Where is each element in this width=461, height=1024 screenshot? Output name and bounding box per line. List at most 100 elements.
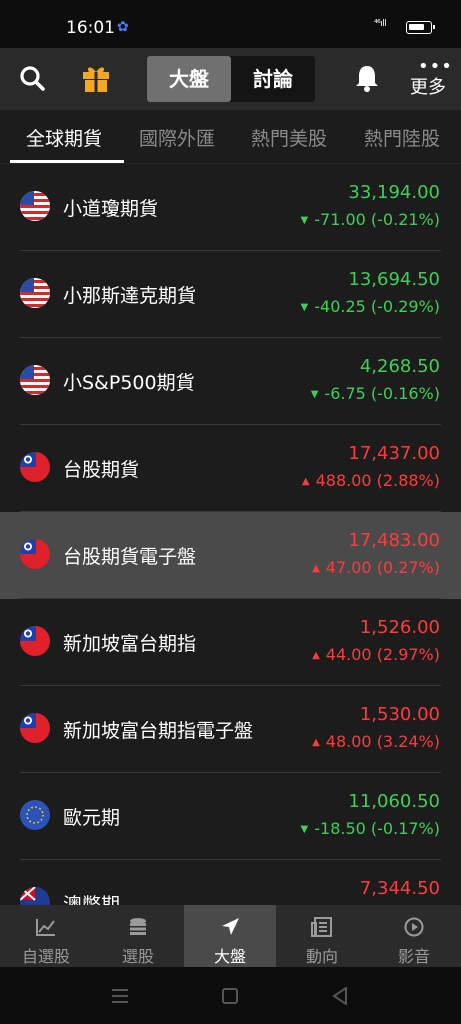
- futures-name: 新加坡富台期指電子盤: [63, 720, 254, 742]
- triangle-down-icon: ▼: [300, 215, 309, 226]
- futures-price: 13,694.50: [348, 269, 440, 290]
- nav-stock-picker[interactable]: 選股: [92, 905, 184, 967]
- futures-price: 33,194.00: [348, 182, 440, 203]
- status-bar: 16:01 ✿ ⁴⁶ıll: [0, 0, 461, 48]
- futures-price: 1,526.00: [359, 617, 440, 638]
- tab-global-futures[interactable]: 全球期貨: [26, 124, 102, 151]
- newspaper-icon: [311, 917, 332, 937]
- eu-flag-icon: [20, 800, 50, 830]
- category-tabs: 全球期貨 國際外匯 熱門美股 熱門陸股: [0, 110, 461, 164]
- segment-discussion[interactable]: 討論: [231, 56, 315, 102]
- futures-name: 台股期貨電子盤: [63, 546, 197, 568]
- nav-market[interactable]: 大盤: [184, 905, 276, 967]
- search-icon[interactable]: [19, 65, 45, 91]
- bell-icon[interactable]: [354, 64, 380, 92]
- tw-flag-icon: [20, 539, 50, 569]
- segment-market[interactable]: 大盤: [147, 56, 231, 102]
- triangle-up-icon: ▲: [312, 563, 320, 574]
- tab-china-stocks[interactable]: 熱門陸股: [364, 124, 440, 151]
- signal-icon: ⁴⁶ıll: [374, 19, 387, 29]
- futures-name: 小S&P500期貨: [63, 372, 195, 394]
- futures-change-value: 48.00 (3.24%): [325, 732, 440, 751]
- tab-forex[interactable]: 國際外匯: [139, 124, 215, 151]
- settings-gear-icon: ✿: [117, 19, 129, 35]
- futures-list: 小道瓊期貨 33,194.00 ▼ -71.00 (-0.21%) 小那斯達克期貨 13,…: [0, 164, 461, 905]
- futures-change-value: -71.00 (-0.21%): [314, 210, 440, 229]
- futures-change: ▼ -6.75 (-0.16%): [311, 384, 440, 403]
- status-time: 16:01: [66, 18, 115, 38]
- futures-change-value: -40.25 (-0.29%): [314, 297, 440, 316]
- nav-label: 選股: [121, 947, 154, 966]
- futures-price: 7,344.50: [359, 878, 440, 899]
- us-flag-icon: [20, 278, 50, 308]
- nav-label: 動向: [305, 947, 338, 966]
- coins-stack-icon: [130, 918, 146, 935]
- nav-label: 影音: [397, 947, 430, 966]
- futures-change-value: 488.00 (2.88%): [315, 471, 440, 490]
- futures-row[interactable]: 台股期貨 17,437.00 ▲ 488.00 (2.88%): [0, 425, 461, 512]
- futures-change: ▼ -40.25 (-0.29%): [301, 297, 440, 316]
- home-icon[interactable]: [222, 988, 238, 1004]
- futures-change: ▲ 488.00 (2.88%): [302, 471, 440, 490]
- futures-row[interactable]: 澳幣期 7,344.50: [0, 860, 461, 905]
- futures-change: ▼ -18.50 (-0.17%): [301, 819, 440, 838]
- tw-flag-icon: [20, 452, 50, 482]
- system-nav-bar: [0, 967, 461, 1024]
- futures-price: 17,483.00: [348, 530, 440, 551]
- triangle-down-icon: ▼: [300, 824, 309, 835]
- futures-row[interactable]: 新加坡富台期指電子盤 1,530.00 ▲ 48.00 (3.24%): [0, 686, 461, 773]
- futures-change-value: 47.00 (0.27%): [325, 558, 440, 577]
- triangle-up-icon: ▲: [301, 476, 310, 487]
- us-flag-icon: [20, 365, 50, 395]
- navigation-arrow-icon: [222, 918, 239, 935]
- futures-name: 澳幣期: [63, 894, 121, 905]
- futures-price: 1,530.00: [359, 704, 440, 725]
- futures-change-value: -18.50 (-0.17%): [314, 819, 440, 838]
- back-icon[interactable]: [332, 987, 348, 1005]
- tw-flag-icon: [20, 626, 50, 656]
- futures-row[interactable]: 台股期貨電子盤 17,483.00 ▲ 47.00 (0.27%): [0, 512, 461, 599]
- futures-change: ▼ -71.00 (-0.21%): [301, 210, 440, 229]
- triangle-up-icon: ▲: [312, 737, 320, 748]
- futures-change: ▲ 44.00 (2.97%): [312, 645, 440, 664]
- futures-row[interactable]: 小那斯達克期貨 13,694.50 ▼ -40.25 (-0.29%): [0, 251, 461, 338]
- bottom-nav: 自選股 選股 大盤 動向 影音: [0, 905, 461, 967]
- futures-name: 新加坡富台期指: [63, 633, 197, 655]
- nav-watchlist[interactable]: 自選股: [0, 905, 92, 967]
- futures-price: 17,437.00: [348, 443, 440, 464]
- futures-name: 歐元期: [63, 807, 121, 829]
- au-flag-icon: [20, 887, 50, 905]
- futures-row[interactable]: 小道瓊期貨 33,194.00 ▼ -71.00 (-0.21%): [0, 164, 461, 251]
- futures-price: 11,060.50: [348, 791, 440, 812]
- us-flag-icon: [20, 191, 50, 221]
- futures-name: 小那斯達克期貨: [63, 285, 197, 307]
- nav-label: 自選股: [21, 947, 70, 966]
- futures-row[interactable]: 新加坡富台期指 1,526.00 ▲ 44.00 (2.97%): [0, 599, 461, 686]
- gift-icon[interactable]: [80, 62, 112, 94]
- triangle-down-icon: ▼: [300, 302, 309, 313]
- futures-change: ▲ 48.00 (3.24%): [312, 732, 440, 751]
- futures-change: ▲ 47.00 (0.27%): [312, 558, 440, 577]
- more-button[interactable]: 更多: [410, 73, 446, 99]
- main-segment-control: 大盤 討論: [147, 56, 315, 102]
- top-bar: 大盤 討論 ••• 更多: [0, 48, 461, 110]
- chart-line-icon: [36, 919, 55, 936]
- nav-label: 大盤: [213, 947, 246, 966]
- triangle-up-icon: ▲: [312, 650, 320, 661]
- active-tab-indicator: [10, 160, 124, 163]
- nav-trends[interactable]: 動向: [276, 905, 368, 967]
- futures-name: 台股期貨: [63, 459, 140, 481]
- tab-us-stocks[interactable]: 熱門美股: [251, 124, 327, 151]
- futures-price: 4,268.50: [359, 356, 440, 377]
- tw-flag-icon: [20, 713, 50, 743]
- futures-row[interactable]: 小S&P500期貨 4,268.50 ▼ -6.75 (-0.16%): [0, 338, 461, 425]
- futures-change-value: -6.75 (-0.16%): [324, 384, 440, 403]
- nav-video[interactable]: 影音: [368, 905, 460, 967]
- menu-icon[interactable]: [111, 988, 129, 1004]
- battery-icon: [406, 21, 435, 34]
- futures-row[interactable]: 歐元期 11,060.50 ▼ -18.50 (-0.17%): [0, 773, 461, 860]
- triangle-down-icon: ▼: [310, 389, 319, 400]
- futures-change-value: 44.00 (2.97%): [325, 645, 440, 664]
- futures-name: 小道瓊期貨: [63, 198, 159, 220]
- play-circle-icon: [404, 917, 424, 937]
